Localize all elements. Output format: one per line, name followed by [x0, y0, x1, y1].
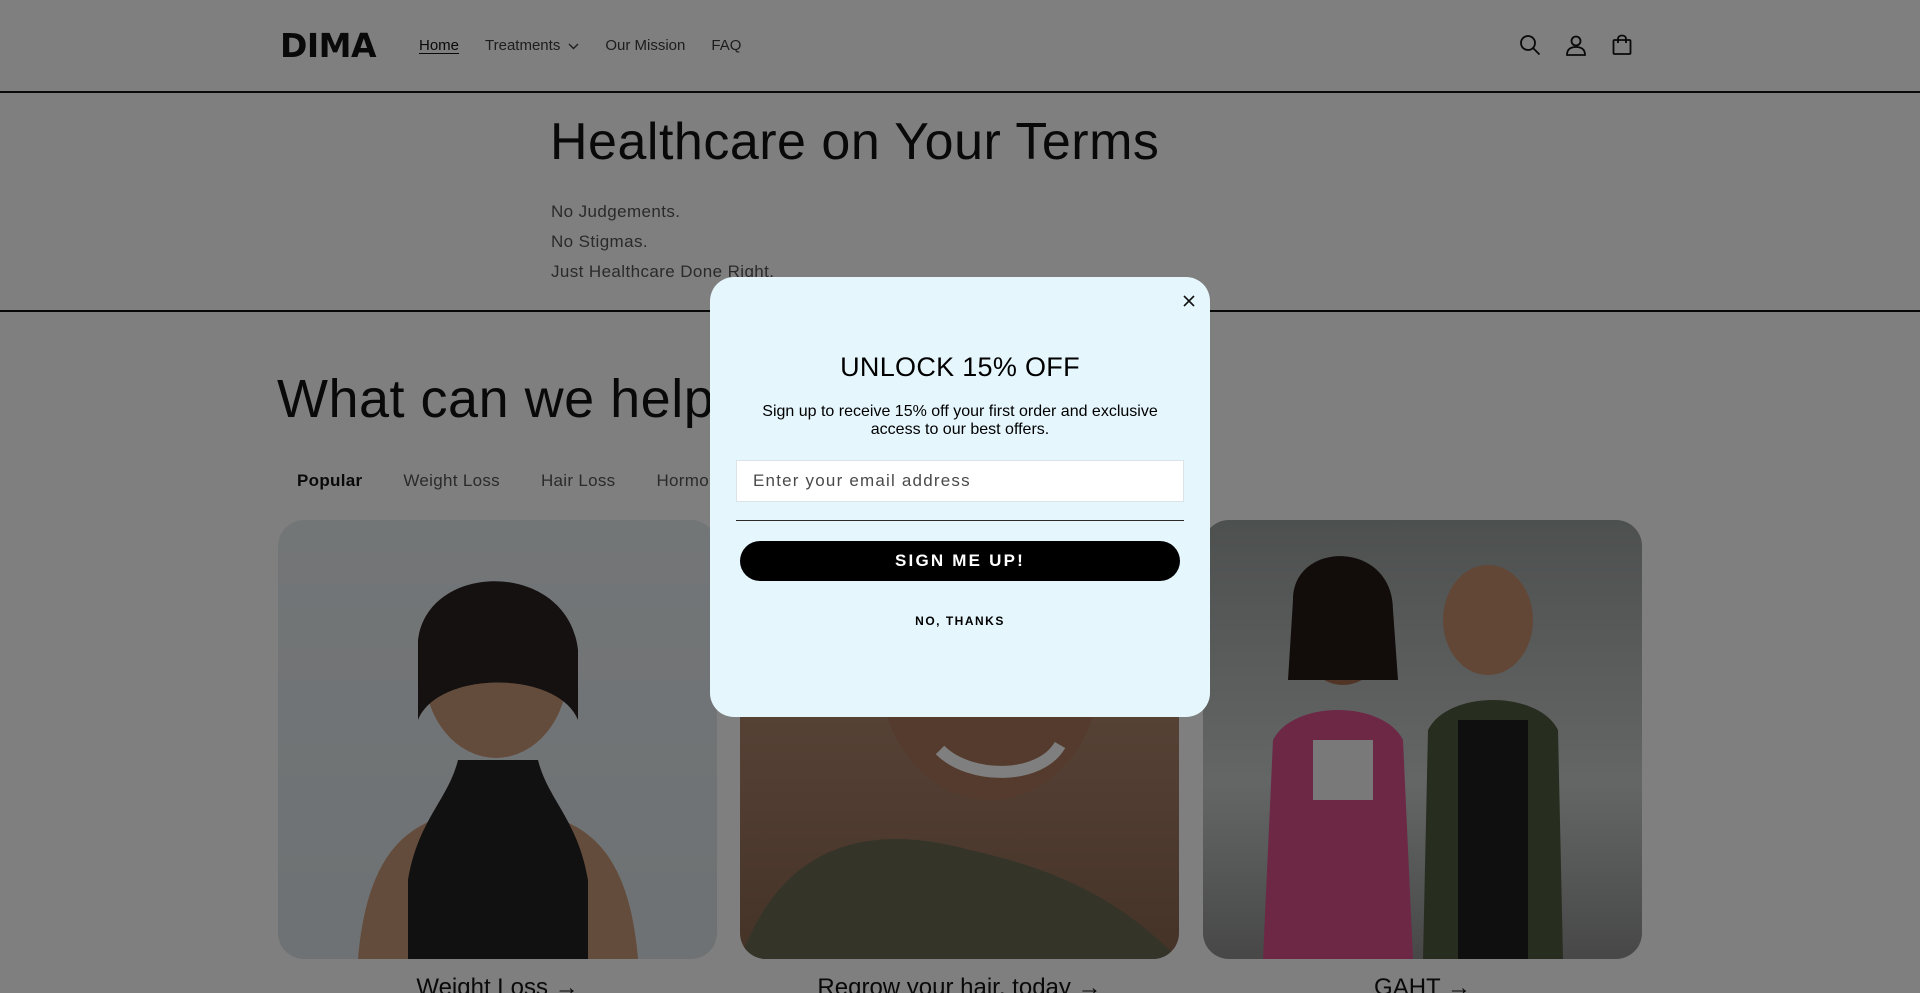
- popup-title: UNLOCK 15% OFF: [840, 352, 1080, 382]
- close-icon[interactable]: [1179, 291, 1199, 311]
- no-thanks-link[interactable]: NO, THANKS: [710, 614, 1210, 628]
- sign-me-up-button[interactable]: SIGN ME UP!: [740, 541, 1180, 581]
- popup-divider: [736, 520, 1184, 521]
- discount-popup: UNLOCK 15% OFF Sign up to receive 15% of…: [710, 277, 1210, 717]
- email-field[interactable]: [736, 460, 1184, 502]
- popup-subtitle: Sign up to receive 15% off your first or…: [762, 403, 1158, 438]
